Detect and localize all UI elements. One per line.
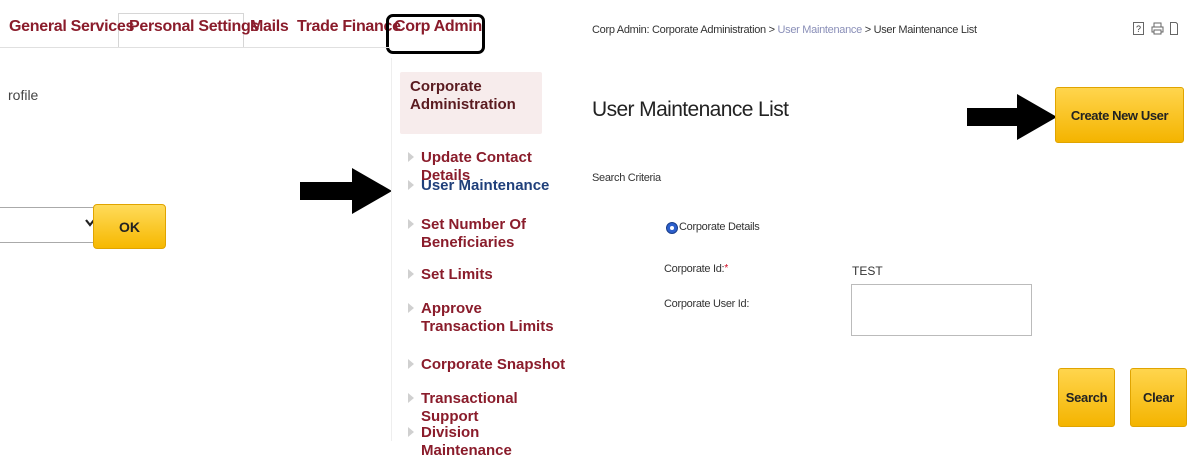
menu-item-user-maintenance[interactable]: User Maintenance bbox=[408, 177, 568, 195]
triangle-bullet-icon bbox=[408, 152, 414, 162]
page-title: User Maintenance List bbox=[592, 98, 789, 121]
clear-button[interactable]: Clear bbox=[1130, 368, 1187, 427]
menu-item-set-limits[interactable]: Set Limits bbox=[408, 266, 568, 284]
breadcrumb-root: Corp Admin: Corporate Administration > bbox=[592, 24, 778, 36]
menu-item-corporate-snapshot[interactable]: Corporate Snapshot bbox=[408, 356, 568, 374]
document-icon[interactable] bbox=[1170, 22, 1179, 38]
top-navigation: General Services Personal Settings Mails… bbox=[0, 0, 575, 54]
triangle-bullet-icon bbox=[408, 359, 414, 369]
triangle-bullet-icon bbox=[408, 427, 414, 437]
corporate-user-id-label: Corporate User Id: bbox=[664, 298, 750, 310]
ok-button[interactable]: OK bbox=[93, 204, 166, 249]
pointer-arrow-icon bbox=[967, 94, 1057, 140]
help-icon[interactable]: ? bbox=[1133, 22, 1151, 38]
nav-corp-admin[interactable]: Corp Admin bbox=[394, 18, 482, 36]
required-marker: * bbox=[724, 263, 728, 274]
corporate-id-value: TEST bbox=[852, 264, 883, 278]
menu-header: Corporate Administration bbox=[400, 72, 542, 134]
triangle-bullet-icon bbox=[408, 180, 414, 190]
menu-item-approve-transaction-limits[interactable]: Approve Transaction Limits bbox=[408, 300, 558, 336]
profile-label: rofile bbox=[8, 87, 39, 103]
search-button[interactable]: Search bbox=[1058, 368, 1115, 427]
nav-mails[interactable]: Mails bbox=[250, 18, 289, 36]
corporate-details-label: Corporate Details bbox=[679, 221, 760, 233]
triangle-bullet-icon bbox=[408, 393, 414, 403]
corporate-details-radio[interactable] bbox=[666, 222, 678, 234]
menu-item-transactional-support[interactable]: Transactional Support bbox=[408, 390, 568, 426]
search-criteria-heading: Search Criteria bbox=[592, 172, 661, 184]
menu-item-division-maintenance[interactable]: Division Maintenance bbox=[408, 424, 568, 460]
triangle-bullet-icon bbox=[408, 269, 414, 279]
svg-text:?: ? bbox=[1136, 24, 1144, 34]
breadcrumb-user-maintenance-link[interactable]: User Maintenance bbox=[777, 24, 862, 36]
nav-general-services[interactable]: General Services bbox=[9, 18, 134, 36]
breadcrumb: Corp Admin: Corporate Administration > U… bbox=[592, 24, 977, 36]
corp-admin-dropdown-menu: Corporate Administration Update Contact … bbox=[391, 58, 572, 459]
corporate-user-id-input[interactable] bbox=[851, 284, 1032, 336]
account-select[interactable] bbox=[0, 207, 108, 243]
triangle-bullet-icon bbox=[408, 303, 414, 313]
menu-item-set-number-of-beneficiaries[interactable]: Set Number Of Beneficiaries bbox=[408, 216, 548, 252]
breadcrumb-current: > User Maintenance List bbox=[861, 24, 977, 36]
pointer-arrow-icon bbox=[300, 168, 392, 214]
corporate-id-label: Corporate Id:* bbox=[664, 263, 728, 275]
create-new-user-button[interactable]: Create New User bbox=[1055, 87, 1184, 143]
triangle-bullet-icon bbox=[408, 219, 414, 229]
print-icon[interactable] bbox=[1151, 22, 1171, 38]
nav-divider bbox=[0, 47, 390, 48]
toolbar-icons: ? bbox=[1133, 22, 1179, 38]
nav-personal-settings[interactable]: Personal Settings bbox=[129, 18, 259, 36]
